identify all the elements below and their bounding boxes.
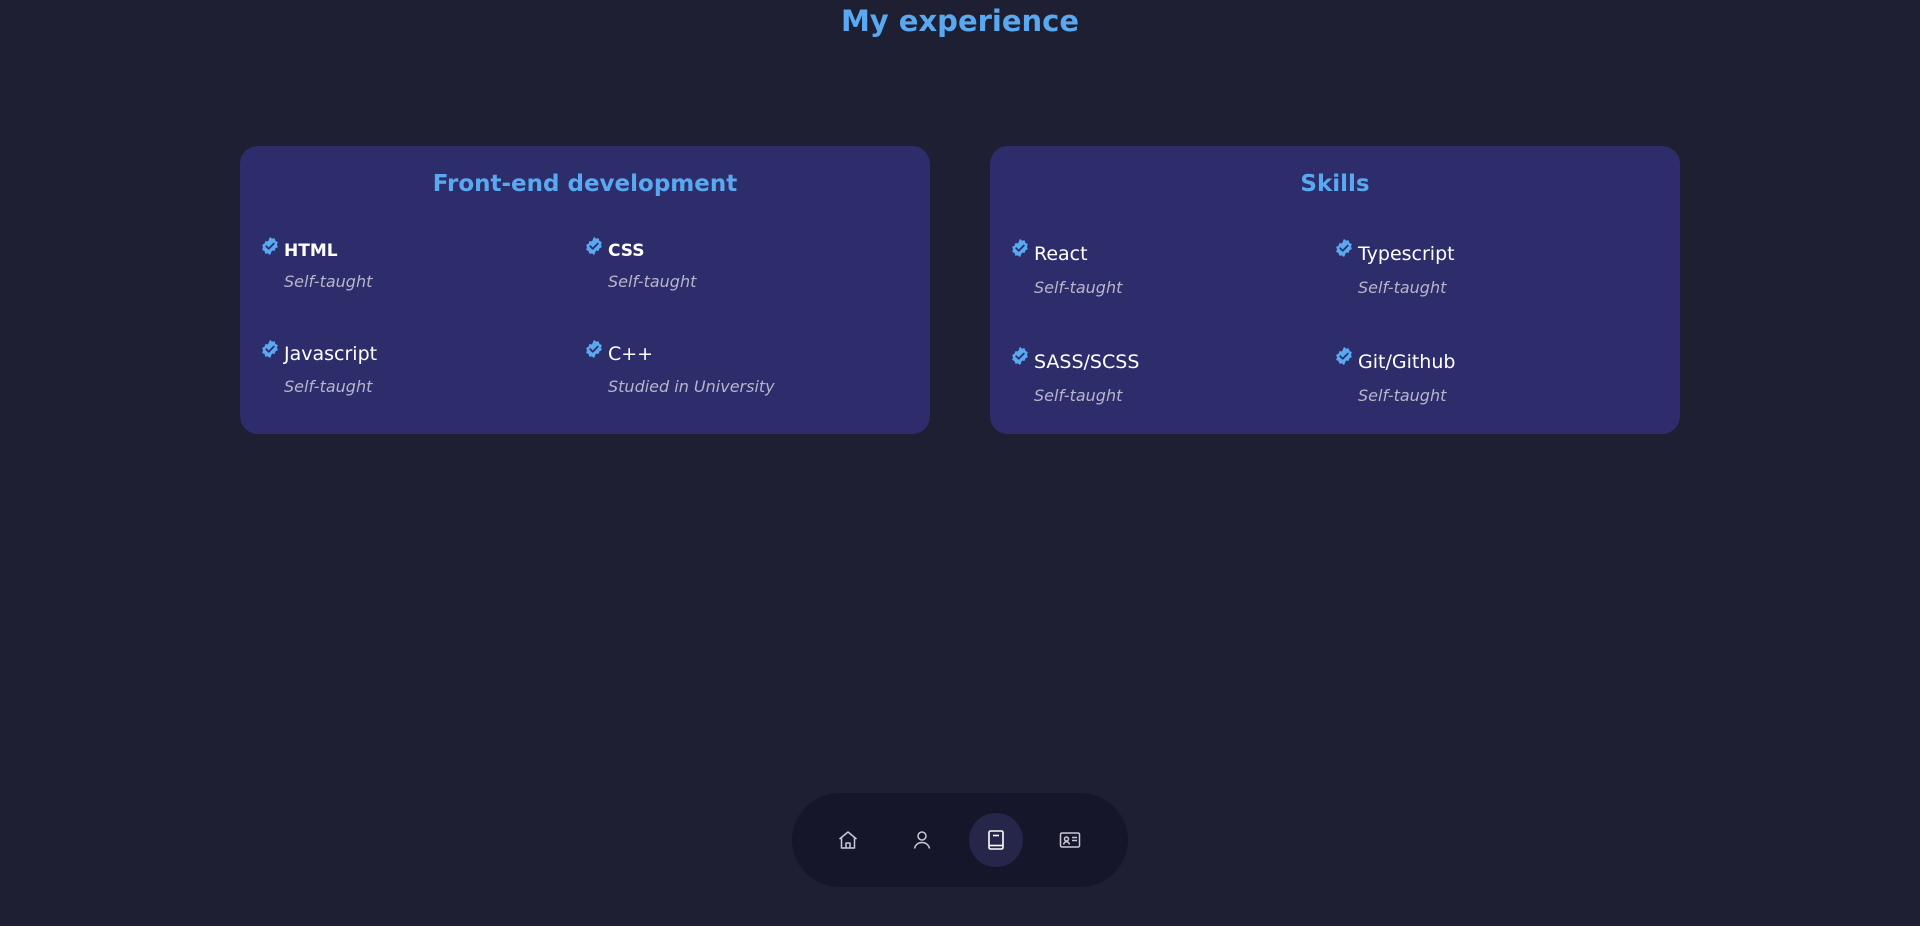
skill-name: React	[1034, 243, 1088, 265]
page-title: My experience	[840, 4, 1080, 38]
book-icon	[988, 830, 1004, 850]
contact-card-icon	[1059, 832, 1081, 848]
nav-about-button[interactable]	[895, 813, 949, 867]
user-icon	[913, 831, 931, 849]
skill-level: Self-taught	[1358, 278, 1447, 297]
nav-contact-button[interactable]	[1043, 813, 1097, 867]
page: My experience Front-end development HTML…	[0, 0, 1920, 926]
verified-badge-icon	[1012, 346, 1028, 366]
skill-level: Self-taught	[284, 272, 373, 291]
skill-name: Javascript	[284, 343, 378, 365]
skill-name: C++	[608, 343, 654, 365]
bottom-nav	[792, 793, 1128, 887]
skill-level: Self-taught	[1034, 386, 1123, 405]
verified-badge-icon	[586, 339, 602, 359]
skill-level: Self-taught	[1358, 386, 1447, 405]
verified-badge-icon	[1012, 238, 1028, 258]
skill-level: Self-taught	[284, 377, 373, 396]
skill-name: CSS	[608, 241, 645, 261]
skill-name: Typescript	[1358, 243, 1455, 265]
verified-badge-icon	[586, 236, 602, 256]
skill-name: SASS/SCSS	[1034, 351, 1140, 373]
nav-home-button[interactable]	[821, 813, 875, 867]
verified-badge-icon	[262, 339, 278, 359]
skill-level: Studied in University	[608, 377, 775, 396]
skill-name: HTML	[284, 241, 338, 261]
skill-level: Self-taught	[608, 272, 697, 291]
frontend-card: Front-end development HTML Self-taught C…	[240, 146, 930, 434]
skills-card-title: Skills	[1300, 171, 1370, 197]
skill-level: Self-taught	[1034, 278, 1123, 297]
skills-card: Skills React Self-taught Typescript Self…	[990, 146, 1680, 434]
verified-badge-icon	[262, 236, 278, 256]
verified-badge-icon	[1336, 346, 1352, 366]
verified-badge-icon	[1336, 238, 1352, 258]
frontend-card-title: Front-end development	[432, 171, 738, 197]
home-icon	[839, 831, 857, 849]
skill-name: Git/Github	[1358, 351, 1456, 373]
nav-experience-button[interactable]	[969, 813, 1023, 867]
